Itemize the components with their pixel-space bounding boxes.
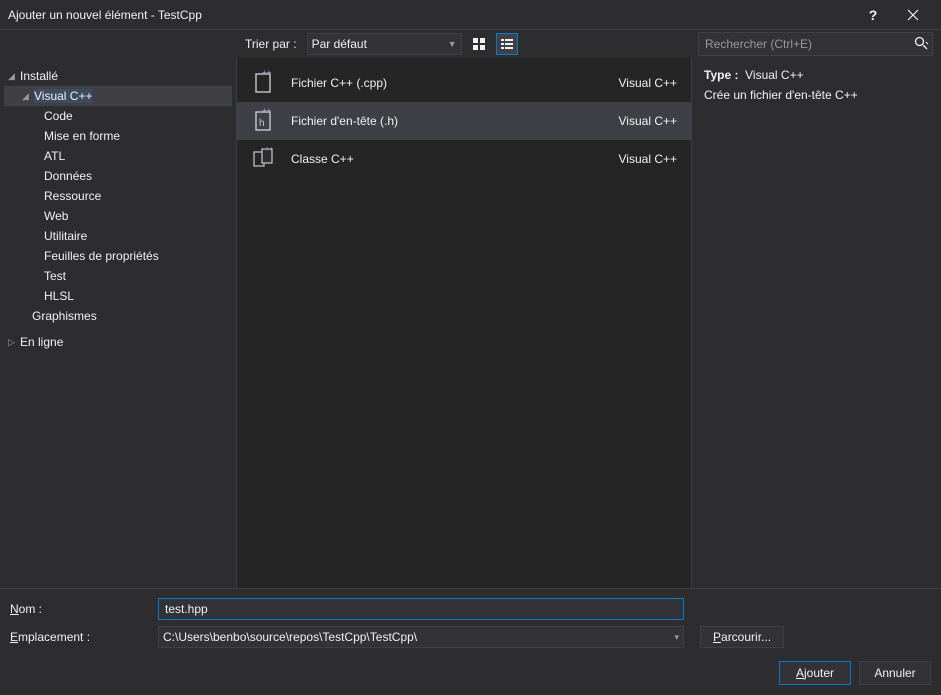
- arrow-right-icon: ▷: [8, 337, 20, 348]
- tree-label: Visual C++: [34, 89, 92, 103]
- browse-button[interactable]: Parcourir...: [700, 626, 784, 648]
- close-button[interactable]: [893, 0, 933, 30]
- location-value: C:\Users\benbo\source\repos\TestCpp\Test…: [163, 630, 417, 644]
- sort-by-label: Trier par :: [245, 37, 297, 51]
- details-type-value: Visual C++: [745, 68, 803, 82]
- tree-visual-cpp[interactable]: ◢ Visual C++: [4, 86, 232, 106]
- window-title: Ajouter un nouvel élément - TestCpp: [8, 8, 853, 22]
- add-button[interactable]: Ajouter: [779, 661, 851, 685]
- tree-label: Mise en forme: [44, 129, 120, 143]
- tree-hlsl[interactable]: HLSL: [4, 286, 232, 306]
- tree-code[interactable]: Code: [4, 106, 232, 126]
- list-item-cpp-class[interactable]: ++ Classe C++ Visual C++: [237, 140, 691, 178]
- list-item-lang: Visual C++: [619, 76, 677, 90]
- tree-web[interactable]: Web: [4, 206, 232, 226]
- list-item-lang: Visual C++: [619, 152, 677, 166]
- name-label: Nom :: [10, 602, 150, 616]
- svg-text:h: h: [259, 118, 265, 129]
- location-select[interactable]: C:\Users\benbo\source\repos\TestCpp\Test…: [158, 626, 684, 648]
- list-item-label: Classe C++: [291, 152, 605, 166]
- details-panel: Type : Visual C++ Crée un fichier d'en-t…: [692, 58, 941, 588]
- tree-atl[interactable]: ATL: [4, 146, 232, 166]
- tree-label: ATL: [44, 149, 65, 163]
- tree-label: Feuilles de propriétés: [44, 249, 159, 263]
- cpp-class-icon: ++: [251, 146, 277, 172]
- view-list-button[interactable]: [496, 33, 518, 55]
- svg-text:++: ++: [262, 70, 272, 77]
- list-item-header-file[interactable]: h ++ Fichier d'en-tête (.h) Visual C++: [237, 102, 691, 140]
- tree-ressource[interactable]: Ressource: [4, 186, 232, 206]
- tree-label: Ressource: [44, 189, 101, 203]
- tree-label: HLSL: [44, 289, 74, 303]
- svg-text:++: ++: [262, 108, 272, 115]
- search-input[interactable]: [698, 32, 933, 56]
- search-icon[interactable]: [913, 35, 929, 54]
- details-type-label: Type :: [704, 68, 738, 82]
- tree-label: En ligne: [20, 335, 63, 349]
- tree-graphismes[interactable]: Graphismes: [4, 306, 232, 326]
- svg-text:++: ++: [265, 146, 273, 153]
- list-item-label: Fichier C++ (.cpp): [291, 76, 605, 90]
- tree-utilitaire[interactable]: Utilitaire: [4, 226, 232, 246]
- list-item-label: Fichier d'en-tête (.h): [291, 114, 605, 128]
- tree-label: Web: [44, 209, 68, 223]
- details-description: Crée un fichier d'en-tête C++: [704, 88, 929, 102]
- tree-donnees[interactable]: Données: [4, 166, 232, 186]
- tree-label: Installé: [20, 69, 58, 83]
- tree-label: Code: [44, 109, 73, 123]
- tree-mise-en-forme[interactable]: Mise en forme: [4, 126, 232, 146]
- chevron-down-icon: ▼: [448, 39, 457, 49]
- tree-test[interactable]: Test: [4, 266, 232, 286]
- arrow-down-icon: ◢: [8, 71, 20, 82]
- list-item-cpp-file[interactable]: ++ Fichier C++ (.cpp) Visual C++: [237, 64, 691, 102]
- help-button[interactable]: ?: [853, 0, 893, 30]
- arrow-down-icon: ◢: [22, 91, 34, 102]
- cancel-button[interactable]: Annuler: [859, 661, 931, 685]
- category-tree: ◢ Installé ◢ Visual C++ Code Mise en for…: [0, 58, 237, 588]
- list-item-lang: Visual C++: [619, 114, 677, 128]
- view-grid-button[interactable]: [468, 33, 490, 55]
- sort-by-select[interactable]: Par défaut ▼: [307, 33, 462, 55]
- tree-feuilles[interactable]: Feuilles de propriétés: [4, 246, 232, 266]
- tree-installed[interactable]: ◢ Installé: [4, 66, 232, 86]
- header-file-icon: h ++: [251, 108, 277, 134]
- name-input[interactable]: [158, 598, 684, 620]
- sort-by-value: Par défaut: [312, 37, 367, 51]
- cpp-file-icon: ++: [251, 70, 277, 96]
- tree-label: Utilitaire: [44, 229, 87, 243]
- tree-online[interactable]: ▷ En ligne: [4, 332, 232, 352]
- location-label: Emplacement :: [10, 630, 150, 644]
- tree-label: Test: [44, 269, 66, 283]
- tree-label: Graphismes: [32, 309, 97, 323]
- template-list: ++ Fichier C++ (.cpp) Visual C++ h ++ Fic…: [237, 58, 692, 588]
- chevron-down-icon: ▾: [674, 632, 679, 643]
- tree-label: Données: [44, 169, 92, 183]
